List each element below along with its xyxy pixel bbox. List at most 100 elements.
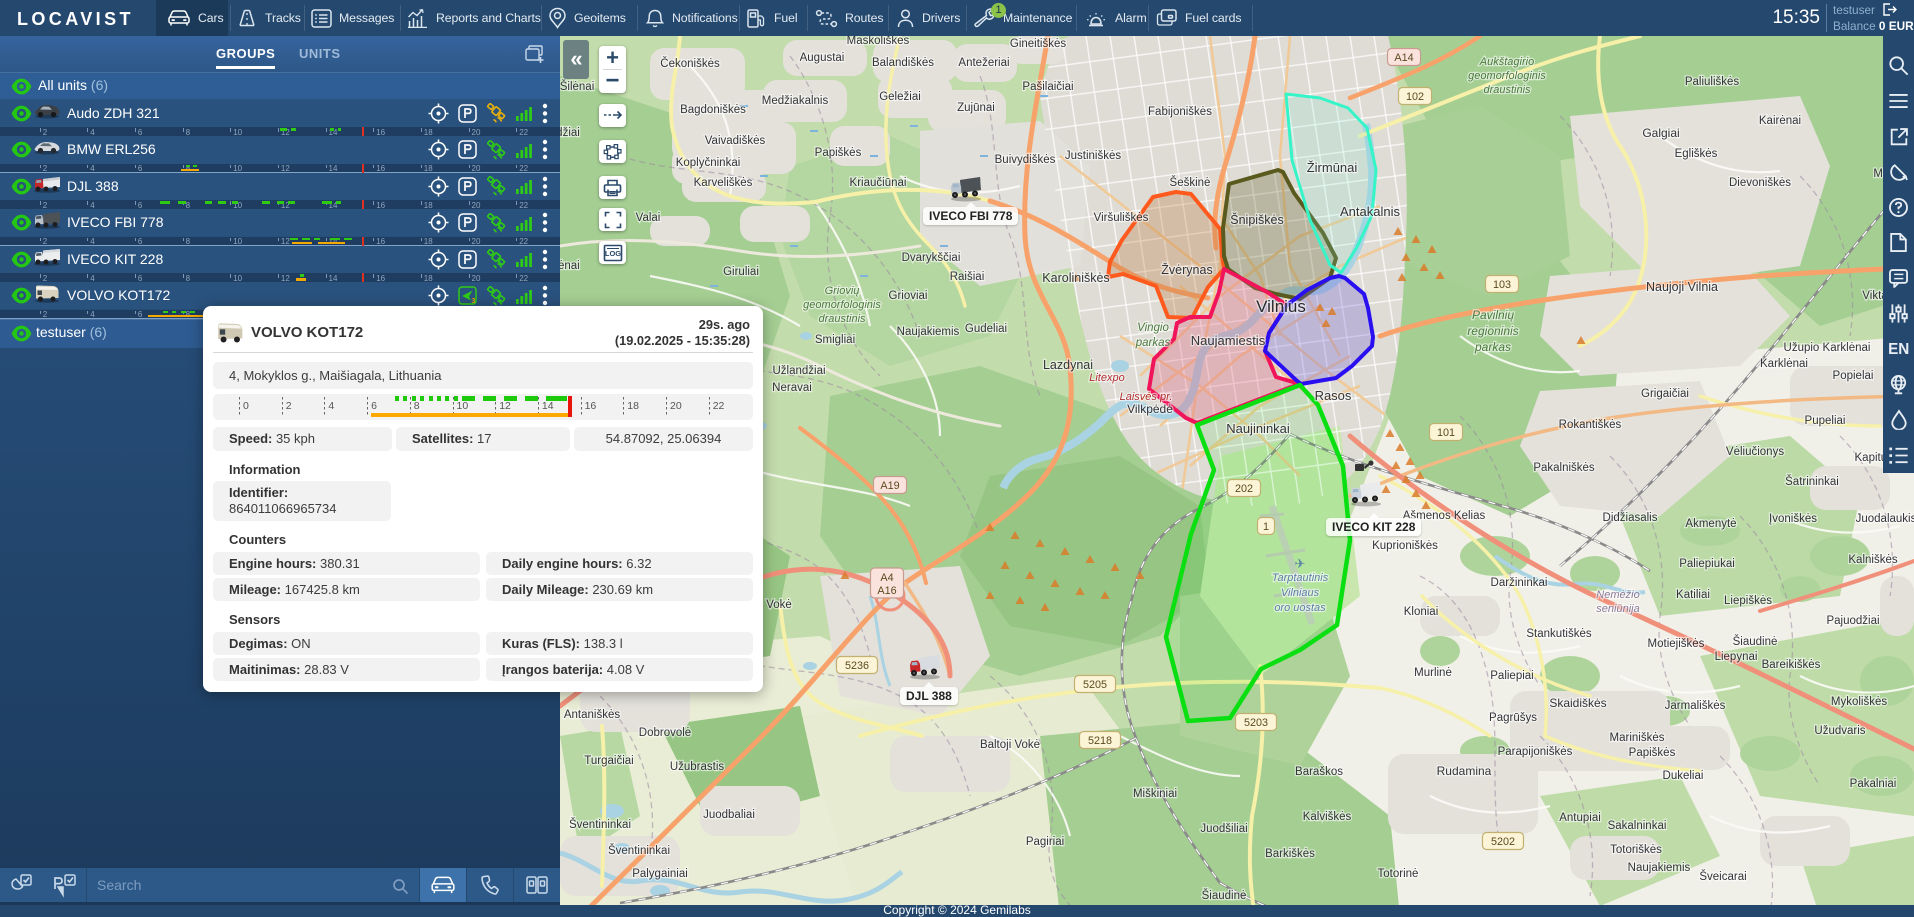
svg-text:Aukštagirio: Aukštagirio (1479, 56, 1534, 68)
svg-text:draustinis: draustinis (818, 313, 866, 325)
svg-text:Naujakiemis: Naujakiemis (897, 326, 960, 338)
svg-text:Dukeliai: Dukeliai (1663, 770, 1704, 782)
svg-text:Užupio Karklėnai: Užupio Karklėnai (1784, 342, 1871, 354)
svg-text:Paliepiukai: Paliepiukai (1679, 558, 1735, 570)
svg-text:Pupeliai: Pupeliai (1805, 415, 1846, 427)
svg-text:Šventininkai: Šventininkai (569, 818, 631, 831)
svg-text:Užubrastis: Užubrastis (670, 761, 725, 773)
svg-text:Šiaudinė: Šiaudinė (1202, 889, 1247, 902)
svg-text:Bagdoniškės: Bagdoniškės (680, 104, 746, 116)
svg-text:5205: 5205 (1083, 679, 1107, 691)
svg-text:Šveicarai: Šveicarai (1699, 870, 1746, 883)
svg-text:Medžiakalnis: Medžiakalnis (762, 95, 829, 107)
svg-text:Popielai: Popielai (1833, 370, 1874, 382)
svg-text:202: 202 (1235, 483, 1253, 495)
svg-text:regioninis: regioninis (1467, 324, 1518, 338)
svg-text:Murlinė: Murlinė (1414, 667, 1452, 679)
svg-text:A16: A16 (877, 585, 896, 597)
svg-text:Didžiasalis: Didžiasalis (1603, 512, 1658, 524)
svg-text:Čekoniškės: Čekoniškės (660, 57, 720, 70)
svg-text:Kloniai: Kloniai (1404, 606, 1439, 618)
svg-text:Skaidiškės: Skaidiškės (1549, 696, 1606, 710)
svg-text:Užudvaris: Užudvaris (1814, 725, 1865, 737)
svg-text:Pakalniai: Pakalniai (1850, 778, 1897, 790)
svg-text:Paliepiai: Paliepiai (1490, 670, 1533, 682)
svg-text:Akmenytė: Akmenytė (1685, 518, 1736, 530)
svg-text:Liepynai: Liepynai (1715, 651, 1758, 663)
svg-text:Antakalnis: Antakalnis (1340, 204, 1400, 219)
svg-text:Baraškos: Baraškos (1295, 766, 1343, 778)
svg-text:Gineitiškės: Gineitiškės (1010, 38, 1066, 50)
svg-text:Naujakiemis: Naujakiemis (1628, 862, 1691, 874)
svg-text:parkas: parkas (1474, 340, 1511, 354)
svg-text:Kalniškės: Kalniškės (1848, 554, 1897, 566)
svg-text:Kuprioniškės: Kuprioniškės (1372, 540, 1438, 552)
svg-text:Totorinė: Totorinė (1378, 868, 1419, 880)
svg-text:Antežeriai: Antežeriai (958, 57, 1009, 69)
svg-text:Baltoji Vokė: Baltoji Vokė (980, 739, 1040, 751)
svg-text:Žvėrynas: Žvėrynas (1161, 262, 1212, 277)
svg-text:A19: A19 (880, 480, 899, 492)
svg-text:Sakalninkai: Sakalninkai (1608, 820, 1667, 832)
svg-text:101: 101 (1437, 427, 1455, 439)
svg-text:Mykoliškės: Mykoliškės (1831, 696, 1887, 708)
svg-text:Justiniškės: Justiniškės (1065, 150, 1121, 162)
svg-text:Paliuliškės: Paliuliškės (1685, 76, 1740, 88)
svg-text:Koplyčninkai: Koplyčninkai (676, 157, 741, 169)
svg-text:Gudeliai: Gudeliai (965, 323, 1007, 335)
svg-text:Litexpo: Litexpo (1089, 372, 1124, 384)
svg-text:5202: 5202 (1491, 836, 1515, 848)
svg-text:Jarmališkės: Jarmališkės (1665, 700, 1726, 712)
svg-text:Viršuliškės: Viršuliškės (1094, 212, 1149, 224)
svg-text:Daržininkai: Daržininkai (1491, 577, 1548, 589)
svg-text:Šventininkai: Šventininkai (608, 844, 670, 857)
svg-text:Lazdynai: Lazdynai (1043, 358, 1093, 372)
svg-text:Karklėnai: Karklėnai (1760, 358, 1808, 370)
svg-text:Vokė: Vokė (766, 599, 792, 611)
svg-text:Mariniškės: Mariniškės (1610, 732, 1665, 744)
svg-text:Dvarykščiai: Dvarykščiai (902, 252, 961, 264)
svg-text:Papiškės: Papiškės (1629, 747, 1676, 759)
svg-text:Pajuodžiai: Pajuodžiai (1826, 615, 1879, 627)
svg-text:Bareikiškės: Bareikiškės (1762, 659, 1821, 671)
svg-text:Kriaučiūnai: Kriaučiūnai (850, 177, 907, 189)
svg-text:Barkiškės: Barkiškės (1265, 848, 1315, 860)
svg-text:Galgiai: Galgiai (1642, 126, 1679, 140)
svg-text:draustinis: draustinis (1483, 84, 1531, 96)
svg-text:Vilniaus: Vilniaus (1281, 587, 1320, 599)
svg-text:Pagrūšys: Pagrūšys (1489, 712, 1537, 724)
svg-text:Totoriškės: Totoriškės (1610, 844, 1662, 856)
svg-text:Egliškės: Egliškės (1675, 148, 1718, 160)
svg-text:Karveliškės: Karveliškės (694, 177, 753, 189)
svg-text:Katiliai: Katiliai (1676, 589, 1710, 601)
svg-text:Naujoji Vilnia: Naujoji Vilnia (1646, 280, 1718, 294)
svg-text:Vėliučionys: Vėliučionys (1726, 446, 1784, 458)
svg-text:5203: 5203 (1244, 717, 1268, 729)
svg-text:Karoliniškės: Karoliniškės (1042, 271, 1109, 285)
svg-text:Šnipiškės: Šnipiškės (1230, 212, 1284, 227)
svg-text:Pavilnių: Pavilnių (1472, 308, 1514, 322)
svg-text:Įvoniškės: Įvoniškės (1769, 513, 1817, 525)
svg-text:5236: 5236 (845, 660, 869, 672)
svg-text:Stankutiškės: Stankutiškės (1526, 628, 1591, 640)
svg-text:Šatrininkai: Šatrininkai (1785, 475, 1839, 488)
svg-text:geomorfologinis: geomorfologinis (1468, 70, 1546, 82)
svg-text:Buivydiškės: Buivydiškės (995, 154, 1056, 166)
svg-text:Antupiai: Antupiai (1559, 812, 1601, 824)
svg-text:Dobrovolė: Dobrovolė (639, 727, 691, 739)
svg-text:Grioviai: Grioviai (889, 290, 928, 302)
svg-text:Motiejiškės: Motiejiškės (1648, 638, 1705, 650)
svg-text:Rudamina: Rudamina (1437, 764, 1492, 778)
svg-text:oro uostas: oro uostas (1274, 602, 1326, 614)
svg-text:Neravai: Neravai (772, 382, 812, 394)
svg-text:geomorfologinis: geomorfologinis (803, 299, 881, 311)
svg-text:Juodalaukis: Juodalaukis (1856, 513, 1914, 525)
svg-text:Vilkpėdė: Vilkpėdė (1127, 402, 1173, 416)
svg-text:Balandiškės: Balandiškės (872, 57, 934, 69)
svg-text:Vingio: Vingio (1137, 322, 1169, 334)
svg-text:Liepiškės: Liepiškės (1724, 595, 1772, 607)
svg-text:LOG: LOG (604, 249, 620, 258)
svg-text:Naujamiestis: Naujamiestis (1191, 333, 1266, 348)
svg-text:A4: A4 (880, 572, 893, 584)
svg-text:Pakalniškės: Pakalniškės (1533, 462, 1595, 474)
